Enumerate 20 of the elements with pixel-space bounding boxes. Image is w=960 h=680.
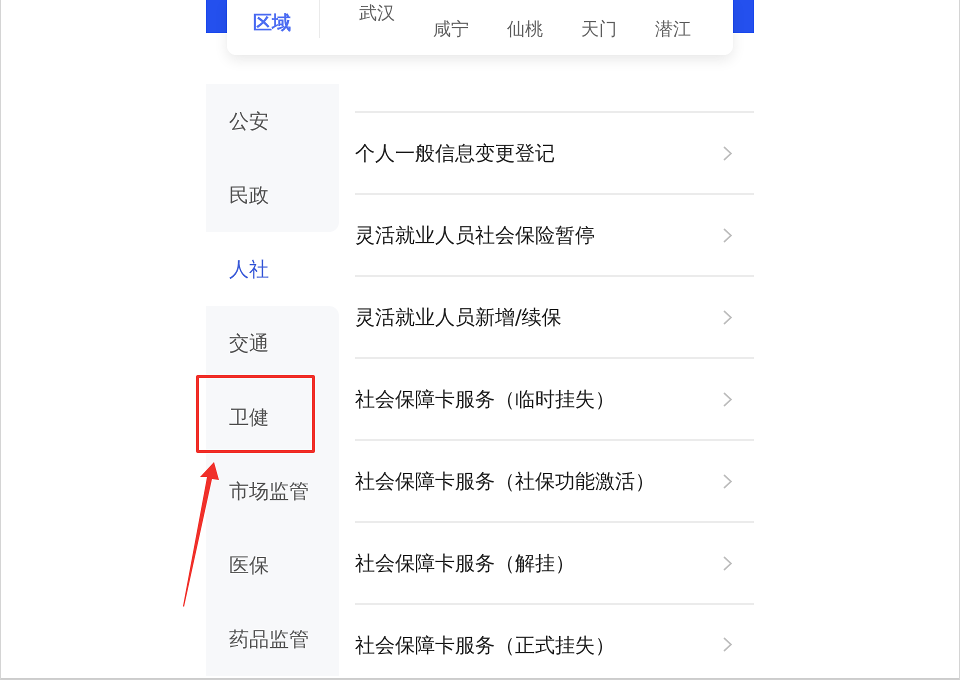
sidebar-item[interactable]: 卫健 [206, 380, 339, 454]
sidebar-item[interactable]: 交通 [206, 306, 339, 380]
chevron-icon [723, 310, 732, 324]
city-option[interactable]: 咸宁 [433, 20, 507, 40]
chevron-icon [723, 392, 732, 406]
sidebar-item[interactable]: 公安 [206, 84, 339, 158]
chevron-icon [723, 556, 732, 570]
sidebar-item[interactable]: 民政 [206, 158, 339, 232]
city-option[interactable]: 仙桃 [507, 20, 581, 40]
chevron-icon [723, 228, 732, 242]
sidebar-item[interactable]: 医保 [206, 528, 339, 602]
chevron-icon [723, 637, 732, 652]
sidebar-item[interactable]: 市场监管 [206, 454, 339, 528]
sidebar-item[interactable]: 药品监管 [206, 602, 339, 676]
city-option[interactable]: 天门 [581, 20, 655, 40]
city-option[interactable]: 武汉 [359, 4, 433, 24]
region-title: 区域 [253, 13, 292, 33]
city-option[interactable]: 潜江 [655, 20, 729, 40]
chevron-icon [723, 474, 732, 488]
chevron-icon [723, 146, 732, 160]
